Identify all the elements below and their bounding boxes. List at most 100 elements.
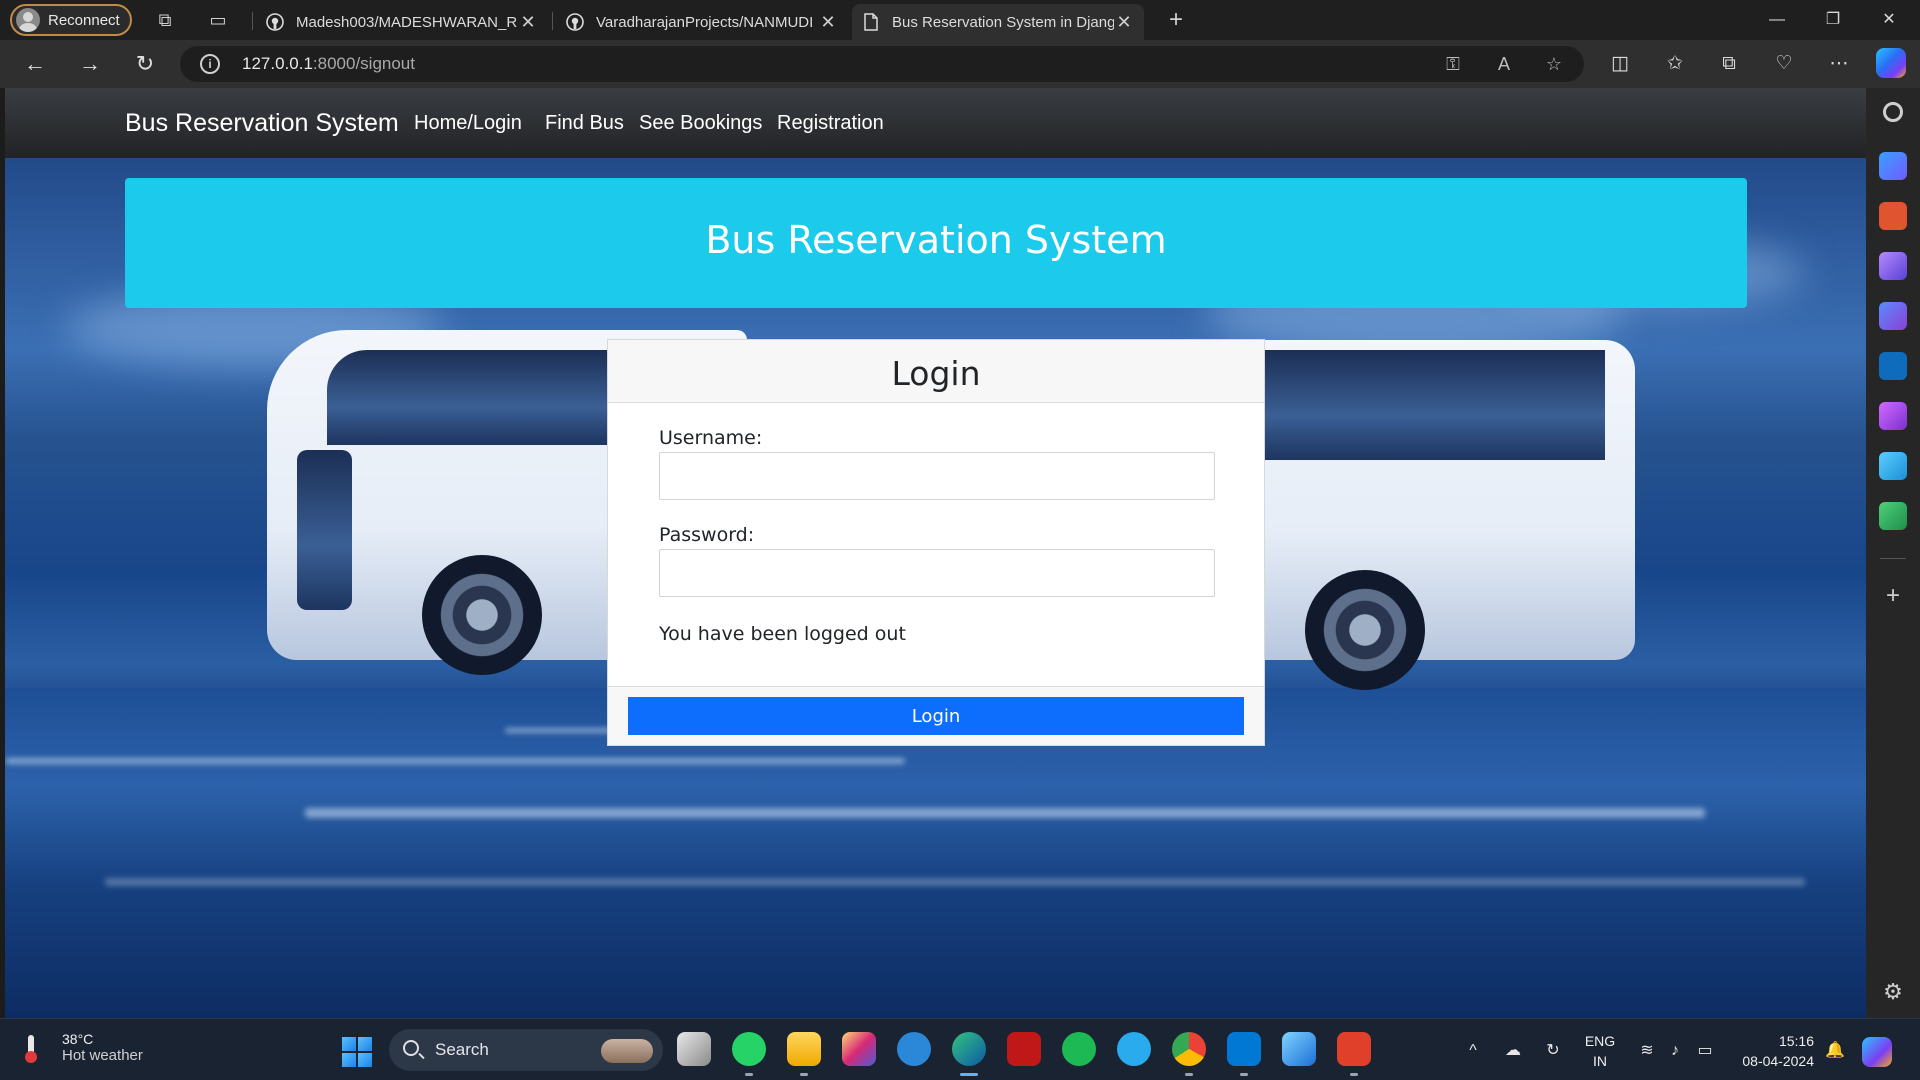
vertical-tabs-icon[interactable]: ▭: [206, 8, 230, 32]
sync-icon[interactable]: ↻: [1542, 1041, 1564, 1061]
login-card-footer: Login: [608, 686, 1264, 745]
nav-link-home-login[interactable]: Home/Login: [414, 112, 522, 135]
tree-icon[interactable]: [1879, 502, 1907, 530]
read-aloud-icon[interactable]: A: [1491, 52, 1517, 76]
file-explorer-icon[interactable]: [787, 1032, 821, 1066]
login-card: Login Username: Password: You have been …: [607, 339, 1265, 746]
wifi-icon[interactable]: ≋: [1636, 1041, 1658, 1061]
url-field[interactable]: i 127.0.0.1:8000/signout ⚿ A ☆: [180, 46, 1584, 82]
login-card-header: Login: [608, 340, 1264, 403]
banner-title: Bus Reservation System: [705, 218, 1167, 262]
copilot-taskbar-icon[interactable]: [1862, 1037, 1892, 1067]
copilot-sidebar-icon[interactable]: [1879, 302, 1907, 330]
telegram-icon[interactable]: [1117, 1032, 1151, 1066]
tab-bus-reservation[interactable]: Bus Reservation System in Django ✕: [852, 4, 1144, 40]
url-host: 127.0.0.1: [242, 54, 313, 73]
login-title: Login: [891, 354, 981, 393]
nav-link-see-bookings[interactable]: See Bookings: [639, 112, 762, 135]
more-options-icon[interactable]: ⋯: [1824, 50, 1854, 78]
notification-bell-icon[interactable]: 🔔: [1824, 1041, 1846, 1061]
tab-title: Madesh003/MADESHWARAN_R: [296, 13, 518, 31]
url-path: :8000/signout: [312, 54, 415, 73]
start-windows-icon[interactable]: [342, 1037, 372, 1067]
sidebar-divider: [1880, 558, 1906, 559]
clock-date[interactable]: 08-04-2024: [1734, 1053, 1814, 1069]
task-view-icon[interactable]: [677, 1032, 711, 1066]
outlook-icon[interactable]: [1879, 352, 1907, 380]
tab-title: VaradharajanProjects/NANMUDI: [596, 13, 814, 31]
site-navbar: Bus Reservation System Home/Login Find B…: [5, 88, 1866, 158]
edge-icon[interactable]: [952, 1032, 986, 1066]
whatsapp-icon[interactable]: [732, 1032, 766, 1066]
tools-icon[interactable]: [1879, 202, 1907, 230]
search-icon[interactable]: [1883, 102, 1903, 122]
photos-icon[interactable]: [1282, 1032, 1316, 1066]
nav-link-registration[interactable]: Registration: [777, 112, 884, 135]
games-icon[interactable]: [1879, 252, 1907, 280]
tab-github-madesh[interactable]: Madesh003/MADESHWARAN_R ✕: [256, 4, 548, 40]
weather-desc: Hot weather: [62, 1047, 143, 1064]
designer-icon[interactable]: [1879, 402, 1907, 430]
language-code[interactable]: ENG: [1580, 1033, 1620, 1049]
browser-essentials-icon[interactable]: ♡: [1769, 50, 1799, 78]
search-icon: [403, 1040, 419, 1056]
onedrive-icon[interactable]: ☁: [1502, 1041, 1524, 1061]
hero-banner: Bus Reservation System: [125, 178, 1747, 308]
url-text[interactable]: 127.0.0.1:8000/signout: [242, 54, 415, 74]
tab-title: Bus Reservation System in Django: [892, 13, 1114, 31]
wps-office-icon[interactable]: [1337, 1032, 1371, 1066]
volume-icon[interactable]: ♪: [1664, 1041, 1686, 1061]
send-icon[interactable]: [1879, 452, 1907, 480]
refresh-icon[interactable]: ↻: [130, 50, 160, 78]
site-info-icon[interactable]: i: [200, 54, 220, 74]
nav-link-find-bus[interactable]: Find Bus: [545, 112, 624, 135]
mcafee-icon[interactable]: [1007, 1032, 1041, 1066]
password-input[interactable]: [659, 549, 1215, 597]
login-button[interactable]: Login: [628, 697, 1244, 735]
minimize-icon[interactable]: —: [1754, 6, 1800, 34]
close-tab-icon[interactable]: ✕: [518, 12, 538, 33]
weather-temp: 38°C: [62, 1031, 94, 1047]
add-sidebar-app-icon[interactable]: +: [1879, 582, 1907, 610]
navbar-brand[interactable]: Bus Reservation System: [125, 109, 399, 138]
show-hidden-icons-icon[interactable]: ^: [1462, 1041, 1484, 1061]
tab-github-varadharajan[interactable]: VaradharajanProjects/NANMUDI ✕: [556, 4, 848, 40]
workspaces-icon[interactable]: ⧉: [153, 8, 177, 32]
page-viewport: Bus Reservation System Home/Login Find B…: [5, 88, 1866, 1018]
spotify-icon[interactable]: [1062, 1032, 1096, 1066]
browser-tab-bar: Reconnect ⧉ ▭ Madesh003/MADESHWARAN_R ✕ …: [0, 0, 1920, 40]
back-icon[interactable]: ←: [20, 50, 50, 78]
shopping-icon[interactable]: [1879, 152, 1907, 180]
key-icon[interactable]: ⚿: [1440, 52, 1466, 76]
weather-widget[interactable]: 38°C Hot weather: [22, 1031, 143, 1064]
help-icon[interactable]: [897, 1032, 931, 1066]
instagram-icon[interactable]: [842, 1032, 876, 1066]
logout-message: You have been logged out: [659, 623, 906, 645]
collections-icon[interactable]: ⧉: [1714, 50, 1744, 78]
close-tab-icon[interactable]: ✕: [1114, 12, 1134, 33]
close-window-icon[interactable]: ✕: [1866, 6, 1912, 34]
taskbar-search[interactable]: Search: [389, 1029, 663, 1071]
favorites-icon[interactable]: ✩: [1660, 50, 1690, 78]
language-region[interactable]: IN: [1580, 1053, 1620, 1069]
github-icon: [566, 13, 584, 31]
taskbar-search-label: Search: [435, 1040, 489, 1059]
search-highlight-image: [601, 1039, 653, 1063]
battery-icon[interactable]: ▭: [1694, 1041, 1716, 1061]
clock-time[interactable]: 15:16: [1734, 1033, 1814, 1049]
username-input[interactable]: [659, 452, 1215, 500]
favorite-star-icon[interactable]: ☆: [1541, 52, 1567, 76]
new-tab-icon[interactable]: +: [1164, 8, 1188, 32]
profile-button[interactable]: Reconnect: [10, 4, 132, 36]
forward-icon[interactable]: →: [75, 50, 105, 78]
github-icon: [266, 13, 284, 31]
tab-separator: [252, 12, 253, 30]
vscode-icon[interactable]: [1227, 1032, 1261, 1066]
copilot-icon[interactable]: [1876, 48, 1906, 78]
chrome-icon[interactable]: [1172, 1032, 1206, 1066]
restore-icon[interactable]: ❐: [1810, 6, 1856, 34]
bus-image-right: [1245, 340, 1635, 690]
sidebar-settings-icon[interactable]: ⚙: [1879, 978, 1907, 1006]
split-screen-icon[interactable]: ◫: [1605, 50, 1635, 78]
close-tab-icon[interactable]: ✕: [818, 12, 838, 33]
